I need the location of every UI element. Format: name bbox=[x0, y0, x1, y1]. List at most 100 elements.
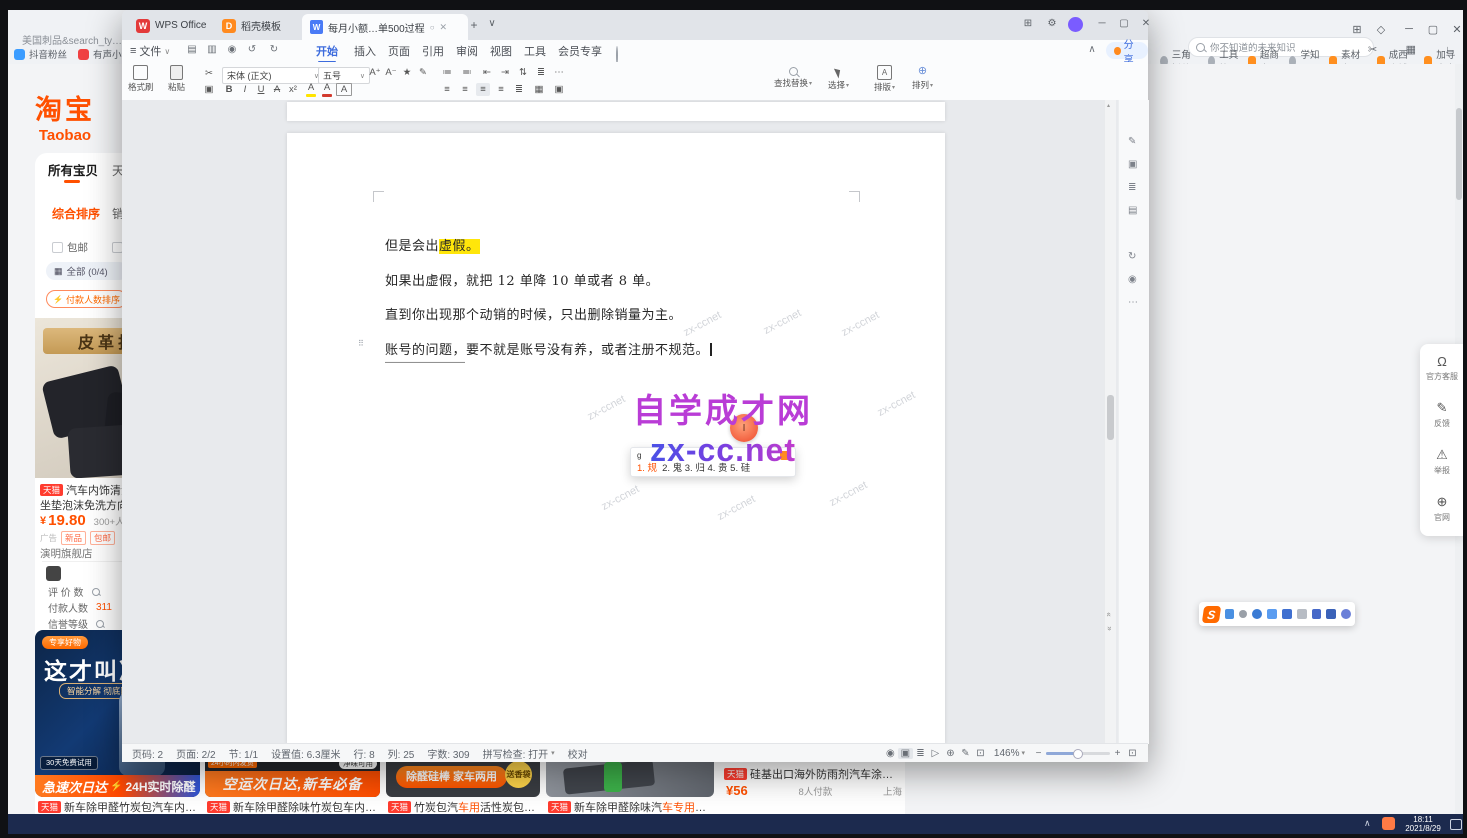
account-avatar[interactable] bbox=[1068, 17, 1083, 32]
report-button[interactable]: ⚠ 举报 bbox=[1420, 438, 1464, 485]
paragraph-4[interactable]: 账号的问题，要不就是账号没有养，或者注册不规范。 bbox=[385, 339, 712, 358]
decrease-indent-button[interactable]: ⇤ bbox=[480, 66, 494, 79]
tab-review[interactable]: 审阅 bbox=[456, 43, 478, 59]
tab-list-icon[interactable]: ∨ bbox=[484, 18, 500, 29]
format-painter-button[interactable]: 格式刷 bbox=[128, 65, 154, 93]
settings-gear-icon[interactable]: ⚙ bbox=[1044, 18, 1060, 29]
typeset-button[interactable]: A 排版▾ bbox=[874, 65, 895, 93]
find-replace-button[interactable]: 查找替换▾ bbox=[774, 65, 812, 89]
collapse-ribbon-icon[interactable]: ∧ bbox=[1084, 44, 1100, 55]
italic-button[interactable]: I bbox=[238, 83, 252, 96]
download-icon[interactable] bbox=[1267, 609, 1277, 619]
taobao-logo[interactable]: 淘宝 Taobao bbox=[30, 88, 100, 144]
hidden-icons-chevron[interactable]: ∧ bbox=[1364, 818, 1371, 829]
align-justify-button[interactable]: ≡ bbox=[476, 83, 490, 96]
emoji-icon[interactable] bbox=[1252, 609, 1262, 619]
bold-button[interactable]: B bbox=[222, 83, 236, 96]
document-scrollbar[interactable]: ▴ « « bbox=[1104, 100, 1116, 744]
line-spacing-button[interactable]: ⇅ bbox=[516, 66, 530, 79]
page-view-icon[interactable]: ▣ bbox=[898, 748, 913, 759]
mic-icon[interactable] bbox=[1239, 610, 1247, 618]
pay-sort-pill[interactable]: ⚡ 付款人数排序 bbox=[46, 290, 127, 308]
docer-template-tab[interactable]: D 稻壳模板 bbox=[214, 14, 289, 37]
sogou-ime-toolbar[interactable]: S bbox=[1199, 602, 1355, 626]
align-right-button[interactable]: ≡ bbox=[494, 83, 508, 96]
status-word-count[interactable]: 字数: 309 bbox=[427, 746, 469, 761]
new-tab-button[interactable]: + bbox=[466, 18, 482, 32]
notification-icon[interactable] bbox=[1450, 819, 1462, 830]
layout-switch-icon[interactable]: ⊞ bbox=[1020, 18, 1036, 29]
bookmark-item[interactable]: 抖音粉丝 bbox=[14, 47, 67, 61]
status-proofread[interactable]: 校对 bbox=[568, 746, 588, 761]
bullet-list-button[interactable]: ≔ bbox=[440, 66, 454, 79]
official-site-button[interactable]: ⊕ 官网 bbox=[1420, 485, 1464, 532]
scrollbar-thumb[interactable] bbox=[1456, 108, 1462, 200]
keyboard-icon[interactable] bbox=[1225, 609, 1235, 619]
feedback-button[interactable]: ✎ 反馈 bbox=[1420, 391, 1464, 438]
font-color-button[interactable]: A bbox=[320, 81, 334, 97]
browser-shield-icon[interactable]: ◇ bbox=[1372, 23, 1390, 36]
settings-icon[interactable] bbox=[1341, 609, 1351, 619]
strip-list-item-title[interactable]: 天猫硅基出口海外防雨剂汽车涂层用防雨… bbox=[724, 766, 902, 782]
strip-card-image[interactable]: 24小时内发货 净味可用 空运次日达,新车必备 bbox=[205, 756, 380, 797]
tab-view[interactable]: 视图 bbox=[490, 43, 512, 59]
fullscreen-icon[interactable]: ⊡ bbox=[1125, 748, 1140, 759]
customer-service-button[interactable]: Ω 官方客服 bbox=[1420, 344, 1464, 391]
paragraph-2[interactable]: 如果出虚假，就把 12 单降 10 单或者 8 单。 bbox=[385, 270, 659, 289]
zoom-value[interactable]: 146% bbox=[994, 748, 1020, 759]
paragraph-3[interactable]: 直到你出现那个动销的时候，只出删除销量为主。 bbox=[385, 304, 682, 323]
scrollbar-thumb[interactable] bbox=[1107, 395, 1114, 440]
underline-button[interactable]: U bbox=[254, 83, 268, 96]
save-tool-icon[interactable]: ▤ bbox=[1128, 205, 1137, 216]
toolbox-icon[interactable] bbox=[1326, 609, 1336, 619]
person-icon[interactable] bbox=[1297, 609, 1307, 619]
grow-font-icon[interactable]: A⁺ bbox=[368, 66, 382, 79]
wps-minimize-button[interactable]: ─ bbox=[1094, 18, 1110, 29]
scroll-up-icon[interactable]: ▴ bbox=[1107, 102, 1110, 109]
zoom-out-button[interactable]: − bbox=[1031, 748, 1046, 759]
magnifier-icon[interactable] bbox=[92, 588, 100, 596]
paste-button[interactable]: 粘贴 bbox=[168, 65, 185, 93]
distribute-button[interactable]: ≣ bbox=[512, 83, 526, 96]
shrink-font-icon[interactable]: A⁻ bbox=[384, 66, 398, 79]
browser-apps-icon[interactable]: ⊞ bbox=[1348, 23, 1366, 36]
tab-close-icon[interactable]: ✕ bbox=[440, 22, 448, 33]
number-list-button[interactable]: ≕ bbox=[460, 66, 474, 79]
tab-page[interactable]: 页面 bbox=[388, 43, 410, 59]
tab-home[interactable]: 开始 bbox=[316, 43, 338, 59]
wps-home-tab[interactable]: W WPS Office bbox=[128, 14, 215, 37]
clipboard-icon[interactable] bbox=[1282, 609, 1292, 619]
focus-mode-icon[interactable]: ⊕ bbox=[943, 748, 958, 759]
sort-composite[interactable]: 综合排序 bbox=[52, 205, 100, 222]
shading-button[interactable]: ▣ bbox=[552, 83, 566, 96]
browser-tab-url[interactable]: 美国刺品&search_type=item… bbox=[22, 32, 127, 47]
wps-close-button[interactable]: ✕ bbox=[1138, 18, 1154, 29]
strikethrough-button[interactable]: A bbox=[270, 83, 284, 96]
taskbar-clock[interactable]: 18:11 2021/8/29 bbox=[1400, 815, 1446, 833]
highlight-color-button[interactable]: A bbox=[304, 81, 318, 97]
fit-page-icon[interactable]: ⊡ bbox=[973, 748, 988, 759]
asian-layout-button[interactable]: ≣ bbox=[534, 66, 548, 79]
redo-icon[interactable]: ↻ bbox=[266, 44, 282, 55]
clear-format-icon[interactable]: ✎ bbox=[416, 66, 430, 79]
tab-insert[interactable]: 插入 bbox=[354, 43, 376, 59]
outline-tool-icon[interactable]: ≣ bbox=[1128, 182, 1136, 193]
strip-title[interactable]: 天猫竹炭包汽车用活性炭包新车除甲醛 bbox=[388, 799, 538, 815]
tab-reference[interactable]: 引用 bbox=[422, 43, 444, 59]
arrange-button[interactable]: ⊕ 排列▾ bbox=[912, 65, 933, 91]
cut-icon[interactable]: ✂ bbox=[202, 67, 216, 80]
save-icon[interactable]: ▤ bbox=[184, 44, 200, 55]
zoom-slider-knob[interactable] bbox=[1073, 749, 1083, 759]
copy-icon[interactable]: ▣ bbox=[202, 83, 216, 96]
char-shading-button[interactable]: A bbox=[336, 83, 352, 96]
file-menu[interactable]: ≡ 文件 ∨ bbox=[130, 43, 170, 59]
share-button[interactable]: 分享 bbox=[1106, 42, 1148, 59]
refresh-tool-icon[interactable]: ↻ bbox=[1128, 251, 1136, 262]
copy-tool-icon[interactable]: ▣ bbox=[1128, 159, 1137, 170]
document-tab[interactable]: W 每月小额…单500过程 ○ ✕ bbox=[302, 14, 468, 40]
tab-member[interactable]: 会员专享 bbox=[558, 43, 602, 59]
magnifier-icon[interactable] bbox=[96, 620, 104, 628]
page-2[interactable]: 但是会出虚假。 如果出虚假，就把 12 单降 10 单或者 8 单。 直到你出现… bbox=[287, 133, 945, 744]
print-icon[interactable]: ▥ bbox=[204, 44, 220, 55]
undo-icon[interactable]: ↺ bbox=[244, 44, 260, 55]
